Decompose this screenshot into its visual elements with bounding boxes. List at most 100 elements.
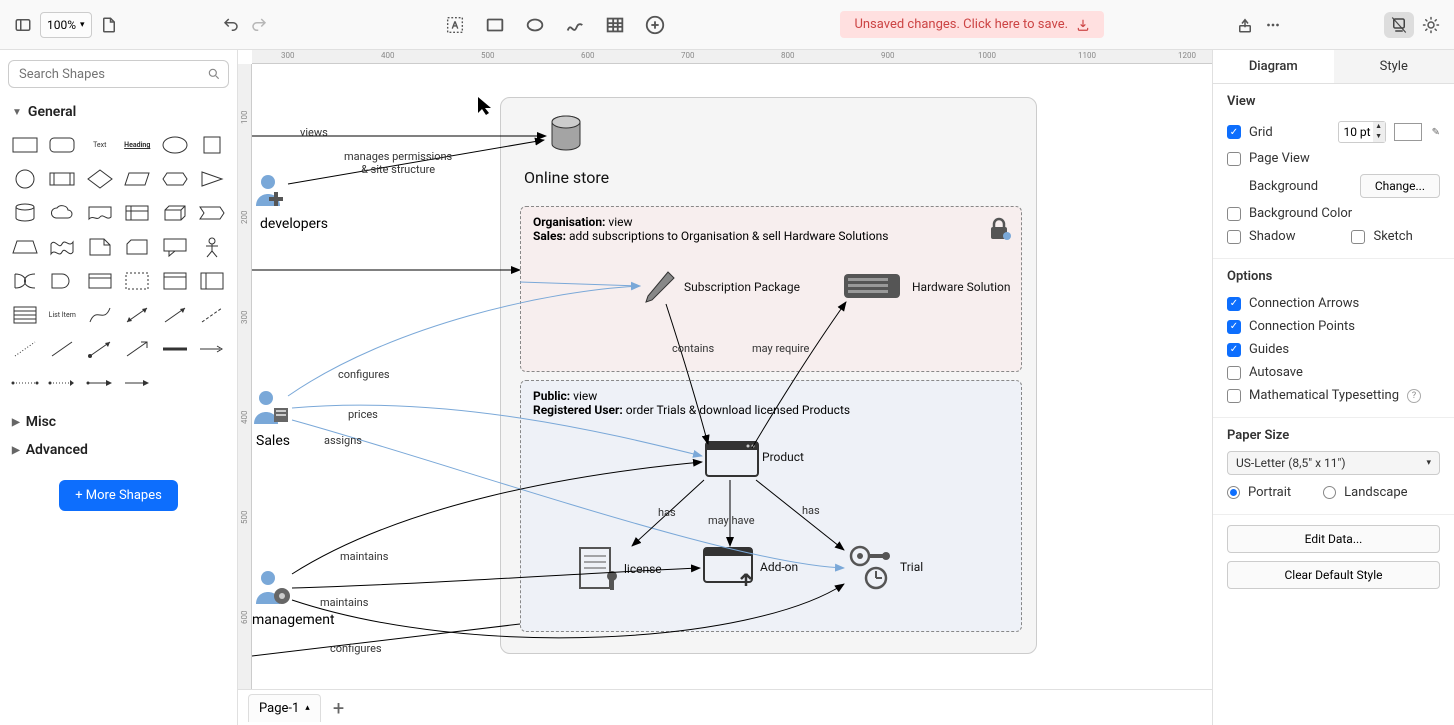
shape-rect[interactable] [8,130,42,160]
shape-data-store[interactable] [83,266,117,296]
grid-step-up[interactable]: ▲ [1373,122,1385,132]
shadow-checkbox[interactable] [1227,230,1241,244]
addon-icon[interactable] [702,546,758,588]
shape-dashed-line[interactable] [196,300,230,330]
table-tool-icon[interactable] [602,12,628,38]
shape-callout[interactable] [158,232,192,262]
shape-document[interactable] [83,198,117,228]
shape-diag-arrow[interactable] [121,334,155,364]
sun-icon[interactable] [1420,14,1442,36]
product-icon[interactable] [704,440,760,480]
new-file-icon[interactable] [98,14,120,36]
paper-size-select[interactable]: US-Letter (8,5" x 11")▾ [1227,451,1440,475]
management-icon[interactable] [254,568,294,608]
page-tab-1[interactable]: Page-1▴ [248,694,321,722]
shape-arrow[interactable] [158,300,192,330]
shape-line[interactable] [46,334,80,364]
shape-square[interactable] [196,130,230,160]
section-misc[interactable]: ▶Misc [0,408,237,436]
tab-diagram[interactable]: Diagram [1213,50,1334,83]
shape-thin-arrow-h[interactable] [196,334,230,364]
server-icon[interactable] [842,268,902,304]
redo-icon[interactable] [248,14,270,36]
ellipse-tool-icon[interactable] [522,12,548,38]
section-advanced[interactable]: ▶Advanced [0,436,237,464]
shape-and[interactable] [46,266,80,296]
shape-circle[interactable] [8,164,42,194]
shape-container-dashed[interactable] [121,266,155,296]
shape-thick-line[interactable] [158,334,192,364]
edit-data-button[interactable]: Edit Data... [1227,525,1440,553]
shape-text[interactable]: Text [83,130,117,160]
add-page-button[interactable]: + [333,696,344,720]
portrait-radio[interactable] [1227,486,1240,499]
shape-list[interactable] [8,300,42,330]
shape-bidir-arrow2[interactable] [83,334,117,364]
database-icon[interactable] [546,114,586,154]
help-icon[interactable]: ? [1407,389,1421,403]
conn-points-checkbox[interactable]: ✓ [1227,320,1241,334]
autosave-checkbox[interactable] [1227,366,1241,380]
sketch-checkbox[interactable] [1351,230,1365,244]
unsaved-save-button[interactable]: Unsaved changes. Click here to save. [840,11,1104,38]
shape-tape[interactable] [46,232,80,262]
grid-checkbox[interactable]: ✓ [1227,125,1241,139]
more-shapes-button[interactable]: + More Shapes [59,480,178,511]
zone-public[interactable]: Public: view Registered User: order Tria… [520,380,1022,632]
shape-internal-storage[interactable] [121,198,155,228]
shape-diamond[interactable] [83,164,117,194]
grid-step-down[interactable]: ▼ [1373,132,1385,142]
shape-card[interactable] [121,232,155,262]
shape-cylinder[interactable] [8,198,42,228]
shape-ellipse[interactable] [158,130,192,160]
pageview-checkbox[interactable] [1227,152,1241,166]
conn-arrows-checkbox[interactable]: ✓ [1227,297,1241,311]
section-general[interactable]: ▼General [0,98,237,126]
shape-hexagon[interactable] [158,164,192,194]
shape-parallelogram[interactable] [121,164,155,194]
shape-round-rect[interactable] [46,130,80,160]
shape-connector1[interactable] [8,368,42,398]
more-menu-icon[interactable] [1262,14,1284,36]
bgcolor-checkbox[interactable] [1227,207,1241,221]
text-tool-icon[interactable] [442,12,468,38]
shape-connector4[interactable] [121,368,155,398]
shape-listitem[interactable]: List Item [46,300,80,330]
guides-checkbox[interactable]: ✓ [1227,343,1241,357]
clear-style-button[interactable]: Clear Default Style [1227,561,1440,589]
shape-curve[interactable] [83,300,117,330]
tab-style[interactable]: Style [1334,50,1454,83]
freehand-tool-icon[interactable] [562,12,588,38]
shape-note[interactable] [83,232,117,262]
undo-icon[interactable] [220,14,242,36]
shape-heading[interactable]: Heading [121,130,155,160]
search-input[interactable] [8,60,229,88]
add-tool-icon[interactable] [642,12,668,38]
license-icon[interactable] [574,544,622,592]
shape-frame[interactable] [158,266,192,296]
shape-connector3[interactable] [83,368,117,398]
sales-icon[interactable] [252,388,292,428]
grid-color-swatch[interactable] [1394,123,1422,141]
shape-bidir-arrow[interactable] [121,300,155,330]
shape-trapezoid[interactable] [8,232,42,262]
shape-cube[interactable] [158,198,192,228]
developers-icon[interactable] [254,172,290,208]
pencil-icon[interactable] [640,268,680,308]
canvas[interactable]: 300400500600700800900100011001200 100200… [238,50,1212,725]
shape-triangle[interactable] [196,164,230,194]
swatch-edit-icon[interactable]: ✎ [1432,127,1440,138]
shape-h-container[interactable] [196,266,230,296]
shape-process[interactable] [46,164,80,194]
shape-connector2[interactable] [46,368,80,398]
shape-or[interactable] [8,266,42,296]
landscape-radio[interactable] [1323,486,1336,499]
shape-actor[interactable] [196,232,230,262]
share-icon[interactable] [1234,14,1256,36]
shape-step[interactable] [196,198,230,228]
toggle-sidebar-icon[interactable] [12,14,34,36]
change-bg-button[interactable]: Change... [1360,174,1440,198]
rect-tool-icon[interactable] [482,12,508,38]
shape-cloud[interactable] [46,198,80,228]
math-checkbox[interactable] [1227,389,1241,403]
